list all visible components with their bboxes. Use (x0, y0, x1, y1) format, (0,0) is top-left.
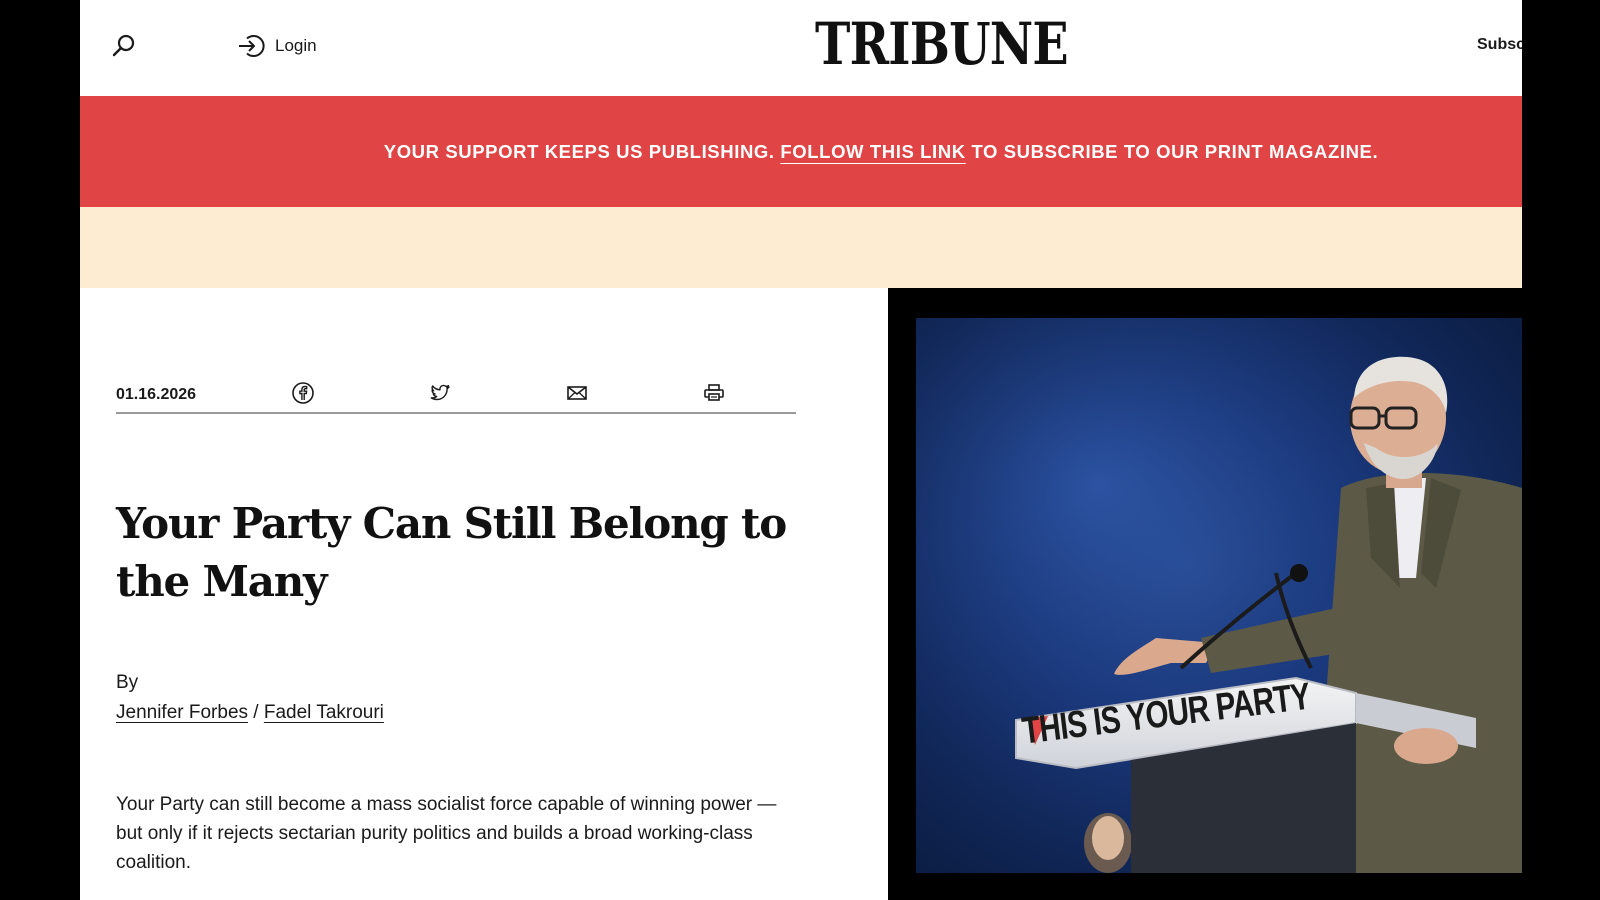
byline-authors: Jennifer Forbes / Fadel Takrouri (116, 702, 384, 724)
hero-photo-illustration: THIS IS YOUR PARTY (916, 318, 1522, 873)
article-headline: Your Party Can Still Belong to the Many (116, 499, 787, 606)
share-email-button[interactable] (564, 380, 590, 406)
banner-text-after: TO SUBSCRIBE TO OUR PRINT MAGAZINE. (965, 140, 1379, 162)
print-icon (704, 384, 724, 401)
hero-photo: THIS IS YOUR PARTY (916, 318, 1522, 873)
cream-strip (80, 207, 1522, 288)
twitter-icon (430, 384, 450, 401)
author-separator: / (248, 702, 264, 723)
site-header: Login TRIBUNE Subsc (80, 0, 1522, 96)
share-facebook-button[interactable] (290, 380, 316, 406)
article-standfirst: Your Party can still become a mass socia… (116, 794, 777, 873)
print-button[interactable] (701, 380, 727, 406)
site-logo[interactable]: TRIBUNE (815, 8, 1069, 80)
login-button[interactable]: Login (237, 30, 317, 62)
article-meta-row: 01.16.2026 (116, 382, 796, 414)
email-icon (567, 386, 587, 400)
search-button[interactable] (108, 30, 140, 62)
hero-image-panel: THIS IS YOUR PARTY (888, 288, 1522, 900)
author-link-2[interactable]: Fadel Takrouri (264, 702, 384, 723)
banner-follow-link[interactable]: FOLLOW THIS LINK (780, 141, 965, 162)
share-twitter-button[interactable] (427, 380, 453, 406)
byline-label: By (116, 672, 139, 693)
subscribe-link[interactable]: Subsc (1477, 36, 1522, 54)
login-label: Login (275, 36, 317, 55)
facebook-icon (292, 382, 314, 404)
page: Login TRIBUNE Subsc YOUR SUPPORT KEEPS U… (80, 0, 1522, 900)
search-icon (112, 34, 135, 57)
article-date: 01.16.2026 (116, 386, 197, 403)
author-link-1[interactable]: Jennifer Forbes (116, 702, 248, 723)
login-icon (239, 35, 265, 57)
subscribe-banner: YOUR SUPPORT KEEPS US PUBLISHING. FOLLOW… (80, 96, 1522, 207)
banner-text-before: YOUR SUPPORT KEEPS US PUBLISHING. (383, 140, 781, 162)
banner-text: YOUR SUPPORT KEEPS US PUBLISHING. FOLLOW… (384, 141, 1378, 163)
article-column: 01.16.2026 Your Party Can Still Belong t… (80, 288, 888, 900)
